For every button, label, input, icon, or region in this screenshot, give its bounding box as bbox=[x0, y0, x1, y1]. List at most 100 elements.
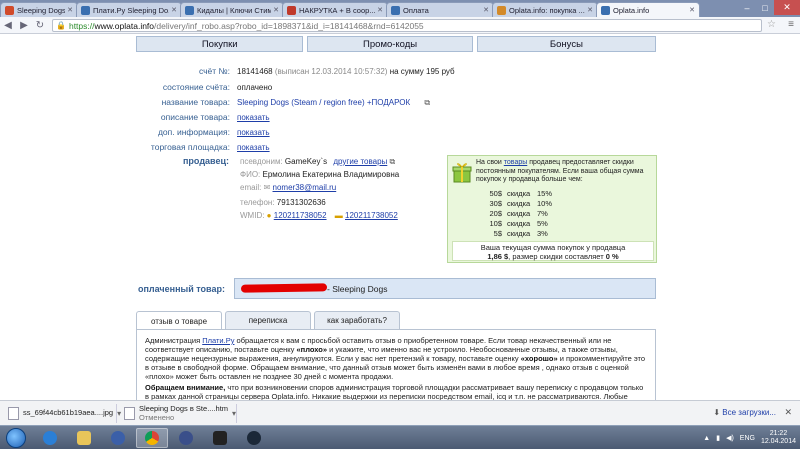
all-downloads-link[interactable]: ⬇ Все загрузки... bbox=[713, 408, 776, 417]
close-tab-icon[interactable]: ✕ bbox=[67, 6, 73, 14]
favicon-icon bbox=[81, 5, 90, 15]
minimize-icon[interactable]: – bbox=[738, 0, 756, 15]
language-indicator[interactable]: ENG bbox=[740, 435, 755, 442]
external-link-icon[interactable]: ⧉ bbox=[390, 157, 396, 166]
file-icon bbox=[124, 407, 135, 420]
taskbar-help[interactable] bbox=[102, 428, 134, 448]
seller-alias: GameKey`s bbox=[284, 157, 328, 166]
seller-email[interactable]: nomer38@mail.ru bbox=[273, 183, 337, 192]
page-content: Покупки Промо-коды Бонусы счёт №: 181414… bbox=[0, 35, 800, 400]
platiru-link[interactable]: Плати.Ру bbox=[202, 336, 234, 345]
paid-product-bar: - Sleeping Dogs bbox=[234, 278, 656, 299]
forward-icon[interactable]: ▶ bbox=[16, 18, 32, 32]
close-window-icon[interactable]: ✕ bbox=[774, 0, 800, 15]
download-item-1[interactable]: ss_69f44cb61b19aea....jpg ▾ bbox=[8, 404, 121, 423]
discount-row: 10$ скидка 5% bbox=[480, 219, 557, 229]
nav-tab-promo[interactable]: Промо-коды bbox=[307, 36, 473, 52]
browser-tab-label: Oplata.info bbox=[613, 5, 650, 15]
taskbar-ie[interactable] bbox=[34, 428, 66, 448]
description-label: описание товара: bbox=[160, 112, 230, 122]
window-controls: – □ ✕ bbox=[738, 0, 800, 17]
close-tab-icon[interactable]: ✕ bbox=[273, 6, 279, 14]
product-name-row: Sleeping Dogs (Steam / region free) +ПОД… bbox=[237, 98, 430, 108]
close-tab-icon[interactable]: ✕ bbox=[689, 6, 695, 14]
discount-percent: 3% bbox=[537, 229, 548, 238]
product-name: Sleeping Dogs (Steam / region free) +ПОД… bbox=[237, 98, 411, 107]
favicon-icon bbox=[391, 5, 400, 15]
browser-tab-label: НАКРУТКА + В соор... bbox=[299, 5, 376, 15]
back-icon[interactable]: ◀ bbox=[0, 18, 16, 32]
invoice-number-label: счёт №: bbox=[198, 66, 230, 76]
other-products-link[interactable]: другие товары bbox=[333, 157, 387, 166]
taskbar-firefox[interactable] bbox=[170, 428, 202, 448]
menu-icon[interactable]: ≡ bbox=[788, 19, 794, 30]
taskbar-app[interactable] bbox=[204, 428, 236, 448]
discount-percent: 15% bbox=[537, 189, 553, 198]
discount-threshold: 30$ bbox=[489, 199, 502, 208]
close-icon[interactable]: ✕ bbox=[784, 407, 792, 418]
url-scheme: https:// bbox=[68, 20, 95, 31]
start-button[interactable] bbox=[6, 428, 26, 448]
system-tray: ▲ ▮ ◀) ENG 21:22 12.04.2014 bbox=[703, 429, 796, 447]
close-tab-icon[interactable]: ✕ bbox=[483, 6, 489, 14]
address-bar[interactable]: 🔒 https:// www.oplata.info /delivery/inf… bbox=[52, 19, 762, 32]
external-link-icon[interactable]: ⧉ bbox=[424, 98, 430, 107]
chevron-down-icon[interactable]: ▾ bbox=[117, 409, 121, 418]
folder-icon bbox=[77, 431, 91, 445]
seller-goods-link[interactable]: товары bbox=[504, 159, 527, 166]
close-tab-icon[interactable]: ✕ bbox=[171, 6, 177, 14]
browser-tab[interactable]: НАКРУТКА + В соор... ✕ bbox=[282, 2, 388, 17]
status-value: оплачено bbox=[237, 83, 273, 92]
maximize-icon[interactable]: □ bbox=[756, 0, 774, 15]
total-discount-pct: 0 % bbox=[605, 252, 619, 261]
favicon-icon bbox=[185, 5, 194, 15]
wmid-link-2[interactable]: 120211738052 bbox=[345, 211, 398, 220]
url-path: /delivery/inf_robo.asp?robo_id=1898371&i… bbox=[154, 20, 424, 31]
browser-tab[interactable]: Оплата ✕ bbox=[386, 2, 494, 17]
volume-icon[interactable]: ◀) bbox=[726, 434, 734, 442]
browser-tab[interactable]: Плати.Ру Sleeping Do... ✕ bbox=[76, 2, 182, 17]
close-tab-icon[interactable]: ✕ bbox=[587, 6, 593, 14]
bookmark-star-icon[interactable]: ☆ bbox=[767, 19, 776, 30]
tab-review[interactable]: отзыв о товаре bbox=[136, 311, 222, 330]
taskbar-explorer[interactable] bbox=[68, 428, 100, 448]
clock[interactable]: 21:22 12.04.2014 bbox=[761, 430, 796, 446]
discount-word: скидка bbox=[507, 199, 531, 208]
discount-word: скидка bbox=[507, 189, 531, 198]
invoice-number: 18141468 bbox=[237, 67, 273, 76]
discount-percent: 5% bbox=[537, 219, 548, 228]
discount-word: скидка bbox=[507, 209, 531, 218]
description-show-link[interactable]: показать bbox=[237, 113, 270, 122]
wmid-link-1[interactable]: 120211738052 bbox=[274, 211, 327, 220]
discount-percent: 10% bbox=[537, 199, 553, 208]
browser-tab[interactable]: Oplata.info ✕ bbox=[596, 2, 700, 17]
browser-tab-strip: Sleeping Dogs аукци...✕Плати.Ру Sleeping… bbox=[0, 0, 800, 17]
downloads-bar: ss_69f44cb61b19aea....jpg ▾ Sleeping Dog… bbox=[0, 400, 800, 425]
ie-icon bbox=[43, 431, 57, 445]
tray-arrow-icon[interactable]: ▲ bbox=[703, 435, 710, 442]
nav-tab-purchases[interactable]: Покупки bbox=[136, 36, 304, 52]
redaction-mark bbox=[240, 283, 328, 293]
browser-tab-label: Oplata.info: покупка ... bbox=[509, 5, 585, 15]
browser-tab[interactable]: Sleeping Dogs аукци...✕ bbox=[0, 2, 78, 17]
tab-correspondence[interactable]: переписка bbox=[225, 311, 311, 329]
paid-product-value: - Sleeping Dogs bbox=[327, 284, 388, 294]
browser-tab-label: Кидалы | Ключи Стим... bbox=[197, 5, 272, 15]
taskbar-chrome[interactable] bbox=[136, 428, 168, 448]
browser-tab[interactable]: Oplata.info: покупка ... ✕ bbox=[492, 2, 598, 17]
reload-icon[interactable]: ↻ bbox=[32, 18, 48, 32]
tab-how-to-earn[interactable]: как заработать? bbox=[314, 311, 400, 329]
close-tab-icon[interactable]: ✕ bbox=[377, 6, 383, 14]
marketplace-show-link[interactable]: показать bbox=[237, 143, 270, 152]
favicon-icon bbox=[601, 5, 610, 15]
extra-info-show-link[interactable]: показать bbox=[237, 128, 270, 137]
download-item-2[interactable]: Sleeping Dogs в Ste....htm Отменено ▾ bbox=[124, 404, 236, 423]
url-host: www.oplata.info bbox=[94, 20, 155, 31]
seller-fio-row: ФИО: Ермолина Екатерина Владимировна bbox=[240, 170, 400, 179]
taskbar-steam[interactable] bbox=[238, 428, 270, 448]
steam-icon bbox=[247, 431, 261, 445]
browser-tab[interactable]: Кидалы | Ключи Стим... ✕ bbox=[180, 2, 284, 17]
chrome-icon bbox=[145, 431, 159, 445]
network-icon[interactable]: ▮ bbox=[716, 434, 720, 442]
nav-tab-bonuses[interactable]: Бонусы bbox=[476, 36, 657, 52]
